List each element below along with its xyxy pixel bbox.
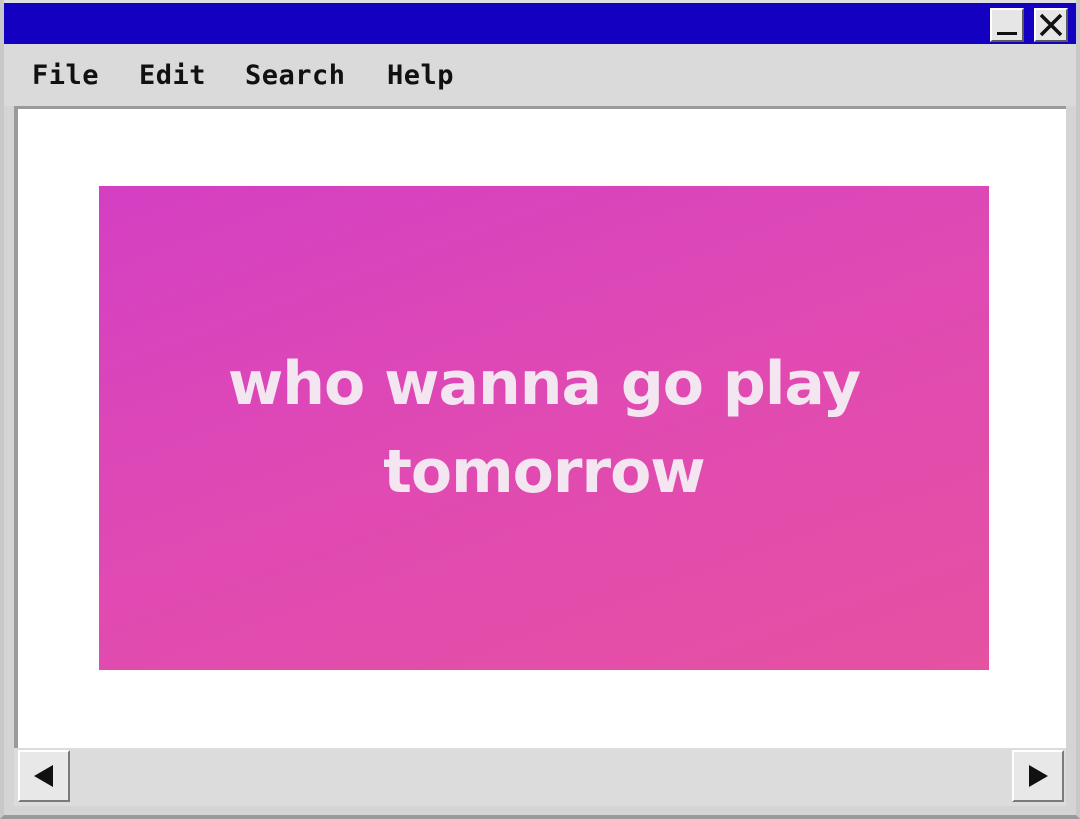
menu-file[interactable]: File — [32, 60, 99, 91]
minimize-icon — [997, 32, 1017, 35]
horizontal-scrollbar[interactable] — [14, 748, 1066, 806]
meme-image: who wanna go play tomorrow — [99, 186, 989, 670]
scroll-right-button[interactable] — [1012, 750, 1064, 802]
menu-search[interactable]: Search — [245, 60, 346, 91]
title-bar[interactable] — [4, 0, 1076, 44]
meme-text-line-1: who wanna go play — [227, 349, 861, 419]
close-button[interactable] — [1034, 8, 1068, 42]
close-icon — [1039, 13, 1063, 37]
minimize-button[interactable] — [990, 8, 1024, 42]
arrow-right-icon — [1029, 765, 1048, 787]
application-window: File Edit Search Help who wanna go play … — [0, 0, 1080, 819]
scroll-left-button[interactable] — [18, 750, 70, 802]
menu-help[interactable]: Help — [387, 60, 454, 91]
menu-edit[interactable]: Edit — [139, 60, 206, 91]
meme-text-line-2: tomorrow — [383, 437, 705, 507]
menu-bar: File Edit Search Help — [4, 44, 1076, 106]
content-area: who wanna go play tomorrow — [14, 106, 1066, 748]
arrow-left-icon — [34, 765, 53, 787]
